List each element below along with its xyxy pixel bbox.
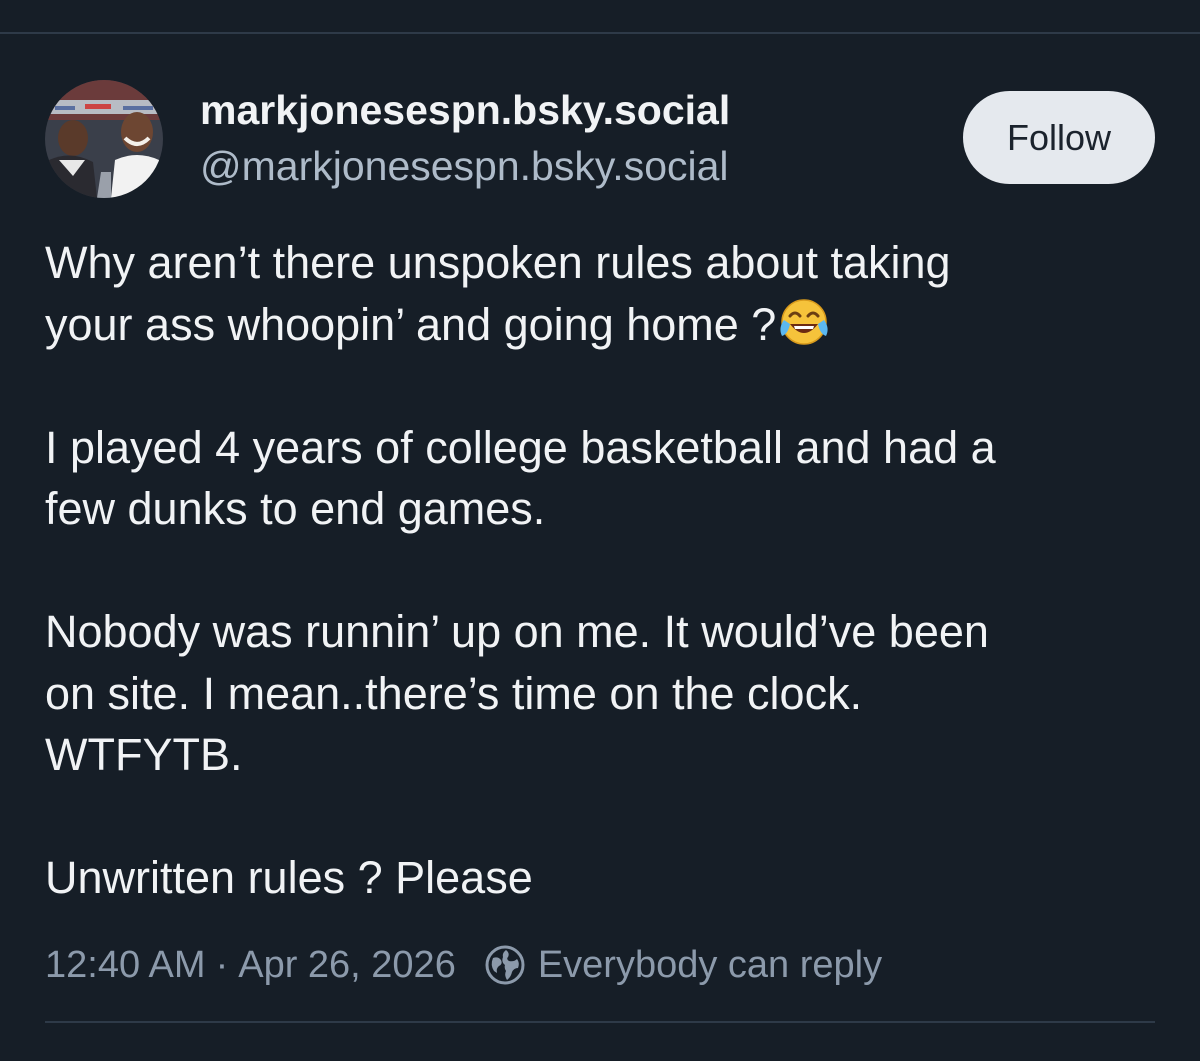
follow-button[interactable]: Follow [963, 91, 1155, 184]
post-line: few dunks to end games. [45, 483, 546, 534]
post-text: Why aren’t there unspoken rules about ta… [45, 232, 1165, 909]
avatar-photo [45, 80, 163, 198]
post-meta: 12:40 AM · Apr 26, 2026 Everybody can re… [45, 940, 882, 990]
top-divider [0, 32, 1200, 34]
reply-setting[interactable]: Everybody can reply [484, 944, 882, 987]
post-paragraph: Nobody was runnin’ up on me. It would’ve… [45, 601, 1165, 786]
post-paragraph: Why aren’t there unspoken rules about ta… [45, 232, 1165, 355]
post-line: Unwritten rules ? Please [45, 852, 533, 903]
post-line: Nobody was runnin’ up on me. It would’ve… [45, 606, 989, 657]
author-handle[interactable]: @markjonesespn.bsky.social [200, 143, 729, 190]
post-line: WTFYTB. [45, 729, 243, 780]
meta-separator: · [215, 943, 229, 986]
reply-setting-label: Everybody can reply [537, 943, 883, 986]
post-time[interactable]: 12:40 AM [45, 944, 206, 987]
post-line: Why aren’t there unspoken rules about ta… [45, 237, 951, 288]
author-display-name[interactable]: markjonesespn.bsky.social [200, 87, 730, 134]
post-date[interactable]: Apr 26, 2026 [238, 944, 456, 987]
post-line: your ass whoopin’ and going home ? [45, 294, 1165, 356]
bottom-divider [45, 1021, 1155, 1023]
post-line: I played 4 years of college basketball a… [45, 421, 996, 473]
globe-icon [485, 945, 525, 985]
post-line-text: your ass whoopin’ and going home ? [45, 298, 777, 350]
face-with-tears-of-joy-icon [780, 298, 828, 345]
post-line: on site. I mean..there’s time on the clo… [45, 667, 863, 719]
post-paragraph: I played 4 years of college basketball a… [45, 417, 1165, 540]
post-paragraph: Unwritten rules ? Please [45, 847, 1165, 909]
avatar[interactable] [45, 80, 163, 198]
